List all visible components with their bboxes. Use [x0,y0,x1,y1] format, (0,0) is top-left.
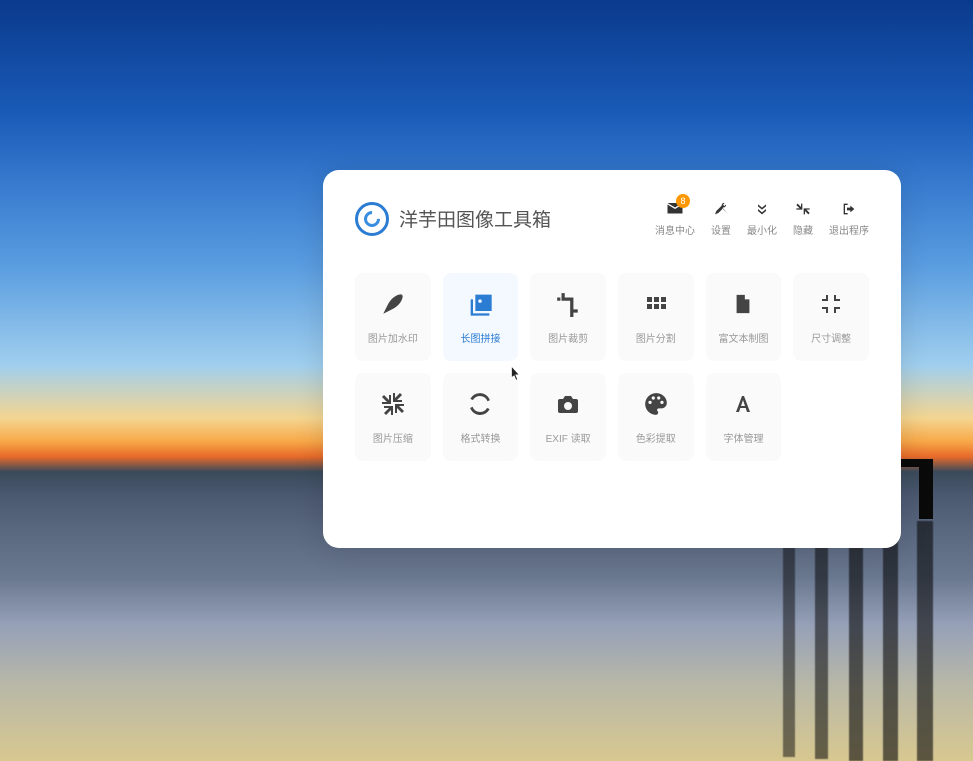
tool-compress[interactable]: 图片压缩 [355,373,431,461]
notification-badge: 8 [676,194,690,208]
chevron-down-double-icon [753,200,771,218]
nav-minimize[interactable]: 最小化 [747,200,777,237]
brand: 洋芋田图像工具箱 [355,202,551,236]
nav-settings[interactable]: 设置 [711,200,731,237]
tool-resize-label: 尺寸调整 [811,330,851,345]
tool-crop[interactable]: 图片裁剪 [530,273,606,361]
sync-icon [465,390,495,418]
nav-exit-label: 退出程序 [829,222,869,237]
file-icon [728,290,758,318]
nav-hide[interactable]: 隐藏 [793,200,813,237]
tool-split[interactable]: 图片分割 [618,273,694,361]
tool-longsplice-label: 长图拼接 [460,330,500,345]
compress-diagonal-icon [794,200,812,218]
nav-notification-label: 消息中心 [655,222,695,237]
tool-watermark[interactable]: 图片加水印 [355,273,431,361]
tool-font[interactable]: 字体管理 [706,373,782,461]
crop-icon [553,290,583,318]
images-icon [465,290,495,318]
app-window: 洋芋田图像工具箱 8 消息中心 设置 最小化 [323,170,901,548]
palette-icon [641,390,671,418]
app-logo-icon [355,202,389,236]
arrows-in-icon [378,390,408,418]
compress-icon [816,290,846,318]
app-title: 洋芋田图像工具箱 [399,205,551,232]
nav-notification[interactable]: 8 消息中心 [655,200,695,237]
feather-icon [378,290,408,318]
top-nav: 8 消息中心 设置 最小化 隐藏 [655,200,869,237]
camera-icon [553,390,583,418]
exit-icon [840,200,858,218]
nav-hide-label: 隐藏 [793,222,813,237]
tool-richtext[interactable]: 富文本制图 [706,273,782,361]
nav-settings-label: 设置 [711,222,731,237]
nav-exit[interactable]: 退出程序 [829,200,869,237]
envelope-icon: 8 [666,200,684,218]
tool-convert[interactable]: 格式转换 [443,373,519,461]
tool-resize[interactable]: 尺寸调整 [793,273,869,361]
tools-icon [712,200,730,218]
tool-grid: 图片加水印 长图拼接 图片裁剪 图片分割 富文本制图 [355,273,869,461]
header: 洋芋田图像工具箱 8 消息中心 设置 最小化 [355,200,869,237]
tool-longsplice[interactable]: 长图拼接 [443,273,519,361]
nav-minimize-label: 最小化 [747,222,777,237]
tool-convert-label: 格式转换 [460,430,500,445]
tool-richtext-label: 富文本制图 [718,330,768,345]
grid-icon [641,290,671,318]
tool-exif[interactable]: EXIF 读取 [530,373,606,461]
tool-crop-label: 图片裁剪 [548,330,588,345]
tool-colorpick-label: 色彩提取 [636,430,676,445]
tool-exif-label: EXIF 读取 [546,430,591,445]
tool-compress-label: 图片压缩 [373,430,413,445]
tool-split-label: 图片分割 [636,330,676,345]
font-icon [728,390,758,418]
tool-font-label: 字体管理 [723,430,763,445]
tool-colorpick[interactable]: 色彩提取 [618,373,694,461]
tool-watermark-label: 图片加水印 [368,330,418,345]
